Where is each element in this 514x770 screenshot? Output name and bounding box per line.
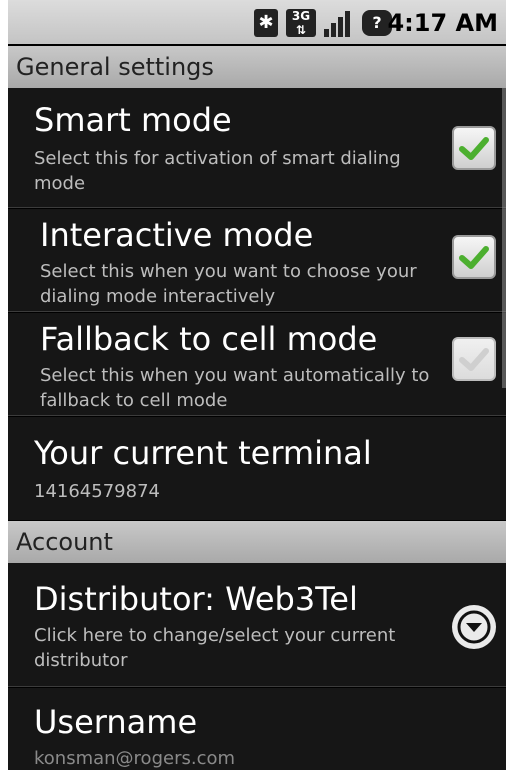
status-icons: ✱ 3G ⇅ ? (254, 8, 392, 38)
pref-title: Username (34, 703, 198, 741)
fallback-checkbox[interactable] (452, 337, 496, 381)
checkmark-icon (459, 137, 489, 160)
terminal-number: 14164579874 (34, 481, 160, 502)
status-bar: ✱ 3G ⇅ ? 4:17 AM (8, 0, 506, 44)
pref-summary: Select this when you want automatically … (40, 365, 430, 411)
interactive-mode-checkbox[interactable] (452, 235, 496, 279)
screen: ✱ 3G ⇅ ? 4:17 AM General settings Smart m… (8, 0, 506, 770)
pref-title: Fallback to cell mode (40, 320, 378, 358)
section-header-account: Account (8, 521, 506, 563)
section-header-general: General settings (8, 46, 506, 88)
pref-title: Smart mode (34, 101, 232, 139)
status-time: 4:17 AM (387, 9, 498, 37)
bluetooth-icon: ✱ (254, 9, 278, 37)
scrollbar[interactable] (502, 88, 506, 388)
chevron-down-icon[interactable] (452, 605, 496, 649)
pref-smart-mode[interactable]: Smart mode Select this for activation of… (8, 88, 506, 208)
pref-title: Interactive mode (40, 216, 314, 254)
pref-username[interactable]: Username konsman@rogers.com (8, 688, 506, 770)
pref-distributor[interactable]: Distributor: Web3Tel Click here to chang… (8, 563, 506, 687)
smart-mode-checkbox[interactable] (452, 126, 496, 170)
pref-summary: Select this when you want to choose your… (40, 261, 417, 307)
pref-interactive-mode[interactable]: Interactive mode Select this when you wa… (8, 209, 506, 312)
checkmark-icon (459, 348, 489, 371)
username-value: konsman@rogers.com (34, 748, 236, 769)
checkmark-icon (459, 246, 489, 269)
3g-icon: 3G ⇅ (286, 9, 316, 37)
pref-current-terminal[interactable]: Your current terminal 14164579874 (8, 417, 506, 520)
pref-summary: Click here to change/select your current… (34, 625, 396, 671)
pref-summary: Select this for activation of smart dial… (34, 148, 401, 194)
pref-title: Your current terminal (34, 434, 372, 472)
pref-title: Distributor: Web3Tel (34, 580, 358, 618)
pref-fallback-cell-mode[interactable]: Fallback to cell mode Select this when y… (8, 313, 506, 416)
signal-icon (324, 9, 354, 37)
